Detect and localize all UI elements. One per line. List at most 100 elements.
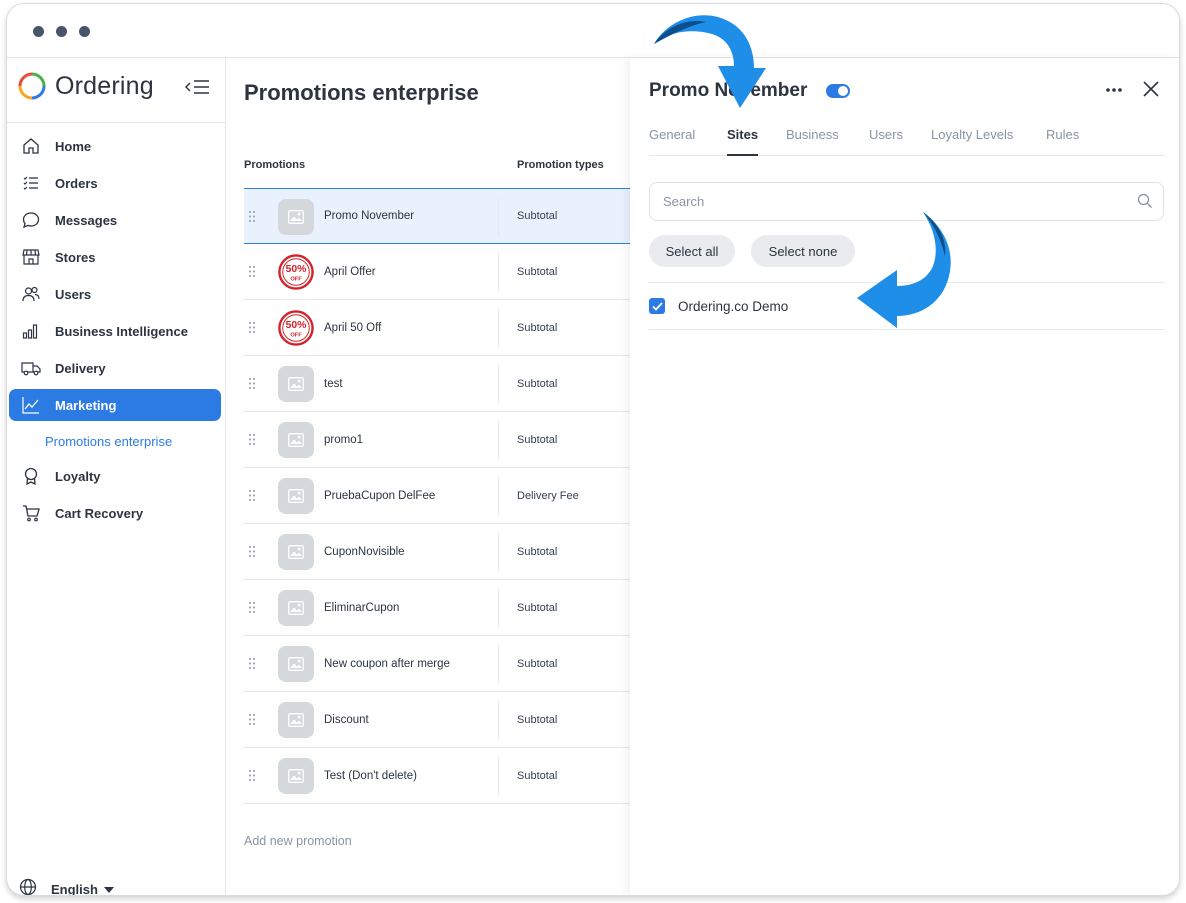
language-selector[interactable]: English — [19, 878, 114, 896]
window-dot-icon[interactable] — [56, 26, 67, 37]
sidebar-item-cart-recovery[interactable]: Cart Recovery — [9, 497, 221, 529]
sidebar-item-label: Users — [55, 286, 92, 302]
sidebar-item-label: Messages — [55, 212, 118, 228]
sidebar-item-users[interactable]: Users — [9, 278, 221, 310]
sidebar-item-home[interactable]: Home — [9, 130, 221, 162]
window-dot-icon[interactable] — [33, 26, 44, 37]
table-row[interactable]: EliminarCupon Subtotal — [244, 580, 630, 636]
globe-icon — [19, 878, 37, 895]
promotion-detail-panel: Promo November General Sites Business Us… — [630, 58, 1179, 895]
fifty-off-badge-icon: 50% OFF — [278, 254, 314, 290]
drag-handle-icon[interactable] — [248, 601, 256, 614]
drag-handle-icon[interactable] — [248, 489, 256, 502]
messages-icon — [21, 210, 41, 230]
page-title: Promotions enterprise — [244, 80, 479, 105]
table-row[interactable]: New coupon after merge Subtotal — [244, 636, 630, 692]
table-row[interactable]: PruebaCupon DelFee Delivery Fee — [244, 468, 630, 524]
sidebar-divider — [7, 122, 225, 123]
ordering-logo-icon — [18, 72, 46, 100]
column-divider — [498, 198, 499, 236]
brand-logo[interactable]: Ordering — [17, 69, 154, 103]
promotion-type: Subtotal — [517, 601, 558, 614]
promotion-type: Subtotal — [517, 265, 558, 278]
drag-handle-icon[interactable] — [248, 713, 256, 726]
promotion-name: April 50 Off — [324, 321, 382, 334]
image-placeholder-icon — [278, 590, 314, 626]
fifty-off-badge-icon: 50% OFF — [278, 310, 314, 346]
site-list-item[interactable]: Ordering.co Demo — [649, 282, 1164, 330]
tab-general[interactable]: General — [649, 127, 695, 156]
sidebar-item-label: Stores — [55, 249, 96, 265]
promotion-type: Delivery Fee — [517, 489, 579, 502]
tab-users[interactable]: Users — [869, 127, 903, 156]
promotion-type: Subtotal — [517, 377, 558, 390]
drag-handle-icon[interactable] — [248, 657, 256, 670]
table-row[interactable]: Discount Subtotal — [244, 692, 630, 748]
select-all-button[interactable]: Select all — [649, 235, 735, 267]
promotion-type: Subtotal — [517, 321, 558, 334]
search-icon[interactable] — [1137, 193, 1153, 209]
column-divider — [498, 701, 499, 739]
table-row[interactable]: 50% OFF April Offer Subtotal — [244, 244, 630, 300]
drag-handle-icon[interactable] — [248, 433, 256, 446]
select-none-button[interactable]: Select none — [751, 235, 855, 267]
image-placeholder-icon — [278, 199, 314, 235]
tab-business[interactable]: Business — [786, 127, 839, 156]
sidebar-item-messages[interactable]: Messages — [9, 204, 221, 236]
sidebar-item-business-intelligence[interactable]: Business Intelligence — [9, 315, 221, 347]
table-row[interactable]: 50% OFF April 50 Off Subtotal — [244, 300, 630, 356]
promotion-name: Promo November — [324, 210, 415, 222]
promotion-type: Subtotal — [517, 769, 558, 782]
drag-handle-icon[interactable] — [248, 210, 256, 223]
close-icon[interactable] — [1140, 78, 1162, 100]
promotion-type: Subtotal — [517, 545, 558, 558]
more-options-icon[interactable] — [1104, 80, 1124, 100]
sidebar-item-label: Cart Recovery — [55, 505, 144, 521]
add-new-promotion-button[interactable]: Add new promotion — [244, 834, 352, 848]
window-dot-icon[interactable] — [79, 26, 90, 37]
column-divider — [498, 309, 499, 347]
drag-handle-icon[interactable] — [248, 545, 256, 558]
promotion-type: Subtotal — [517, 657, 558, 670]
award-icon — [21, 466, 41, 486]
collapse-sidebar-icon[interactable] — [185, 77, 211, 97]
search-input[interactable] — [663, 183, 1123, 220]
drag-handle-icon[interactable] — [248, 321, 256, 334]
table-row[interactable]: Test (Don't delete) Subtotal — [244, 748, 630, 804]
image-placeholder-icon — [278, 702, 314, 738]
table-row[interactable]: test Subtotal — [244, 356, 630, 412]
sidebar-item-loyalty[interactable]: Loyalty — [9, 460, 221, 492]
table-row[interactable]: CuponNovisible Subtotal — [244, 524, 630, 580]
promotions-table: Promo November Subtotal 50% OFF April Offer S… — [244, 188, 630, 804]
sidebar-item-label: Orders — [55, 175, 98, 191]
enabled-toggle[interactable] — [826, 84, 850, 98]
tab-loyalty-levels[interactable]: Loyalty Levels — [931, 127, 1013, 156]
orders-icon — [21, 173, 41, 193]
sidebar-item-marketing[interactable]: Marketing — [9, 389, 221, 421]
sidebar-item-delivery[interactable]: Delivery — [9, 352, 221, 384]
drag-handle-icon[interactable] — [248, 769, 256, 782]
site-name: Ordering.co Demo — [678, 298, 789, 314]
column-divider — [498, 253, 499, 291]
table-row[interactable]: Promo November Subtotal — [244, 188, 630, 244]
drag-handle-icon[interactable] — [248, 377, 256, 390]
column-divider — [498, 757, 499, 795]
tab-sites[interactable]: Sites — [727, 127, 759, 156]
users-icon — [21, 284, 41, 304]
drag-handle-icon[interactable] — [248, 265, 256, 278]
promotions-list-area: Promotions enterprise Promotions Promoti… — [227, 58, 630, 895]
tab-rules[interactable]: Rules — [1046, 127, 1079, 156]
table-row[interactable]: promo1 Subtotal — [244, 412, 630, 468]
brand-name: Ordering — [55, 71, 154, 100]
language-label: English — [51, 882, 98, 896]
sidebar-item-label: Business Intelligence — [55, 323, 188, 339]
image-placeholder-icon — [278, 366, 314, 402]
sidebar-subitem-promotions-enterprise[interactable]: Promotions enterprise — [7, 426, 225, 456]
column-divider — [498, 589, 499, 627]
column-divider — [498, 365, 499, 403]
sidebar-item-stores[interactable]: Stores — [9, 241, 221, 273]
site-checkbox[interactable] — [649, 298, 665, 314]
badge-text: 50% — [286, 320, 307, 331]
sidebar-item-orders[interactable]: Orders — [9, 167, 221, 199]
promotion-name: New coupon after merge — [324, 657, 450, 670]
